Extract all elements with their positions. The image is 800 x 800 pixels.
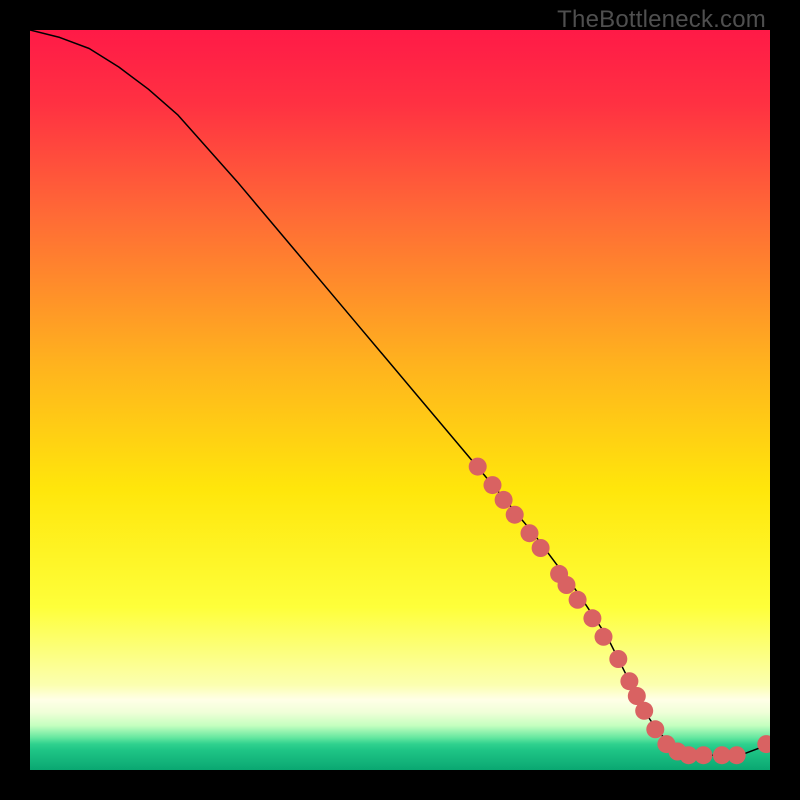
chart-background — [30, 30, 770, 770]
highlight-point — [495, 491, 513, 509]
highlight-point — [484, 476, 502, 494]
chart-frame — [30, 30, 770, 770]
highlight-point — [506, 506, 524, 524]
highlight-point — [635, 702, 653, 720]
bottleneck-chart — [30, 30, 770, 770]
highlight-point — [558, 576, 576, 594]
highlight-point — [728, 746, 746, 764]
highlight-point — [532, 539, 550, 557]
highlight-point — [595, 628, 613, 646]
highlight-point — [646, 720, 664, 738]
highlight-point — [583, 609, 601, 627]
highlight-point — [569, 591, 587, 609]
highlight-point — [521, 524, 539, 542]
highlight-point — [469, 458, 487, 476]
highlight-point — [609, 650, 627, 668]
highlight-point — [694, 746, 712, 764]
